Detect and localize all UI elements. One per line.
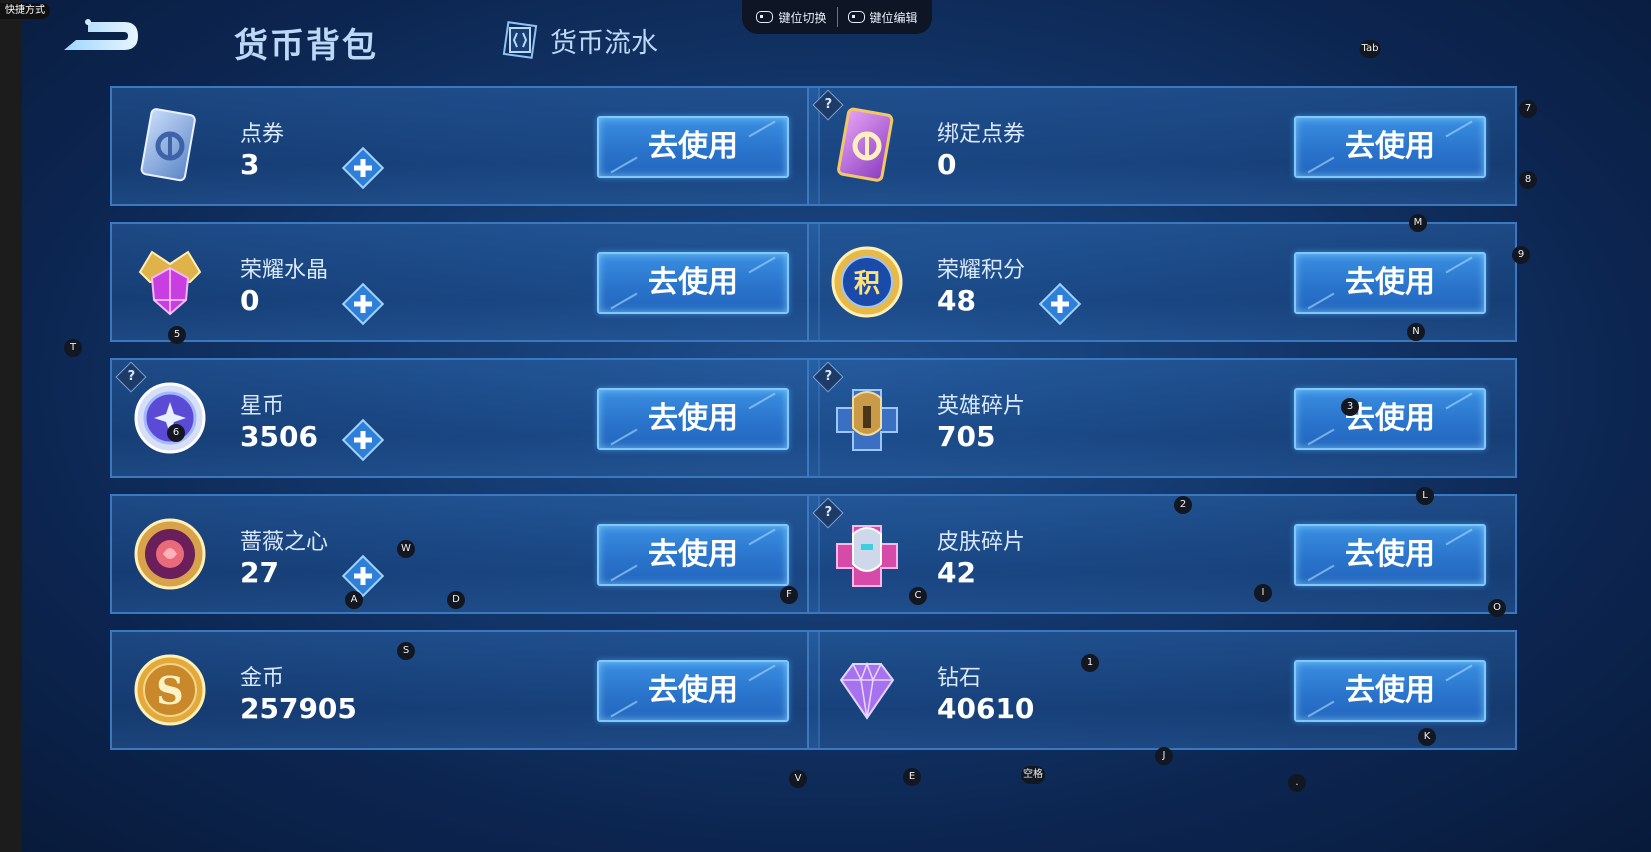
currency-amount: 48 xyxy=(937,284,976,317)
key-hint-badge: V xyxy=(789,770,807,788)
use-button[interactable]: 去使用 xyxy=(597,660,789,722)
tab-currency-flow-label: 货币流水 xyxy=(550,27,658,59)
use-button[interactable]: 去使用 xyxy=(1294,116,1486,178)
currency-card: 钻石 40610 去使用 xyxy=(807,630,1517,750)
add-currency-button[interactable] xyxy=(340,281,386,327)
key-hint-badge: S xyxy=(397,642,415,660)
key-hint-badge: A xyxy=(345,591,363,609)
keymap-edit-label: 键位编辑 xyxy=(869,10,918,25)
currency-name: 皮肤碎片 xyxy=(937,530,1026,555)
currency-card: ? 星币 3506 去使用 xyxy=(110,358,820,478)
ledger-icon xyxy=(502,21,538,59)
add-currency-button[interactable] xyxy=(340,417,386,463)
key-hint-badge: . xyxy=(1288,774,1306,792)
add-currency-button[interactable] xyxy=(340,145,386,191)
currency-amount: 40610 xyxy=(937,692,1035,725)
key-hint-badge: 5 xyxy=(168,326,186,344)
key-hint-badge: Tab xyxy=(1359,40,1381,58)
currency-card: 荣耀水晶 0 去使用 xyxy=(110,222,820,342)
keymap-switch-label: 键位切换 xyxy=(778,10,827,25)
currency-amount: 705 xyxy=(937,420,996,453)
currency-amount: 0 xyxy=(240,284,260,317)
glory-crystal-icon xyxy=(130,242,210,322)
currency-card: 点券 3 去使用 xyxy=(110,86,820,206)
svg-text:积: 积 xyxy=(854,269,880,299)
key-hint-badge: 空格 xyxy=(1021,766,1045,784)
key-hint-badge: 7 xyxy=(1519,100,1537,118)
bound-voucher-icon xyxy=(827,106,907,186)
star-coin-icon xyxy=(130,378,210,458)
use-button[interactable]: 去使用 xyxy=(1294,388,1486,450)
rose-heart-icon xyxy=(130,514,210,594)
currency-amount: 3506 xyxy=(240,420,318,453)
use-button[interactable]: 去使用 xyxy=(597,388,789,450)
key-hint-badge: N xyxy=(1407,323,1425,341)
key-hint-badge: W xyxy=(397,540,415,558)
use-button[interactable]: 去使用 xyxy=(597,252,789,314)
key-hint-badge: 8 xyxy=(1519,171,1537,189)
currency-amount: 3 xyxy=(240,148,260,181)
gamepad-icon xyxy=(847,11,865,23)
keymap-toolbar: 键位切换 键位编辑 xyxy=(742,0,932,34)
skin-shard-icon xyxy=(827,514,907,594)
currency-name: 钻石 xyxy=(937,666,982,691)
page-title: 货币背包 xyxy=(234,26,378,66)
key-hint-badge: K xyxy=(1418,728,1436,746)
key-hint-badge: O xyxy=(1488,599,1506,617)
currency-name: 绑定点券 xyxy=(937,122,1026,147)
svg-text:S: S xyxy=(156,668,183,713)
currency-name: 金币 xyxy=(240,666,285,691)
currency-amount: 27 xyxy=(240,556,279,589)
keymap-edit-button[interactable]: 键位编辑 xyxy=(838,9,928,26)
diamond-icon xyxy=(827,650,907,730)
gamepad-icon xyxy=(756,11,774,23)
currency-amount: 0 xyxy=(937,148,957,181)
use-button[interactable]: 去使用 xyxy=(1294,252,1486,314)
currency-name: 荣耀积分 xyxy=(937,258,1026,283)
key-hint-badge: J xyxy=(1155,747,1173,765)
add-currency-button[interactable] xyxy=(340,553,386,599)
currency-amount: 257905 xyxy=(240,692,357,725)
key-hint-badge: T xyxy=(64,339,82,357)
use-button[interactable]: 去使用 xyxy=(597,116,789,178)
shortcut-tag[interactable]: 快捷方式 xyxy=(0,3,50,19)
key-hint-badge: D xyxy=(447,591,465,609)
voucher-icon xyxy=(130,106,210,186)
add-currency-button[interactable] xyxy=(1037,281,1083,327)
key-hint-badge: 1 xyxy=(1081,654,1099,672)
use-button[interactable]: 去使用 xyxy=(597,524,789,586)
currency-name: 蔷薇之心 xyxy=(240,530,329,555)
tab-currency-flow[interactable]: 货币流水 xyxy=(500,20,658,60)
keymap-switch-button[interactable]: 键位切换 xyxy=(746,9,836,26)
currency-name: 星币 xyxy=(240,394,285,419)
key-hint-badge: I xyxy=(1254,584,1272,602)
currency-card: S 金币 257905 去使用 xyxy=(110,630,820,750)
left-edge-strip xyxy=(0,0,22,852)
gold-coin-icon: S xyxy=(130,650,210,730)
glory-points-icon: 积 xyxy=(827,242,907,322)
currency-name: 英雄碎片 xyxy=(937,394,1026,419)
key-hint-badge: 9 xyxy=(1512,246,1530,264)
currency-card: ? 绑定点券 0 去使用 xyxy=(807,86,1517,206)
use-button[interactable]: 去使用 xyxy=(1294,524,1486,586)
key-hint-badge: C xyxy=(909,587,927,605)
key-hint-badge: L xyxy=(1416,487,1434,505)
key-hint-badge: M xyxy=(1409,214,1427,232)
back-arrow-icon[interactable] xyxy=(58,16,144,62)
key-hint-badge: 6 xyxy=(167,424,185,442)
key-hint-badge: 2 xyxy=(1174,496,1192,514)
key-hint-badge: E xyxy=(903,768,921,786)
hero-shard-icon xyxy=(827,378,907,458)
key-hint-badge: 3 xyxy=(1341,398,1359,416)
currency-card: 蔷薇之心 27 去使用 xyxy=(110,494,820,614)
key-hint-badge: F xyxy=(780,586,798,604)
currency-card: ? 英雄碎片 705 去使用 xyxy=(807,358,1517,478)
currency-name: 荣耀水晶 xyxy=(240,258,329,283)
use-button[interactable]: 去使用 xyxy=(1294,660,1486,722)
currency-amount: 42 xyxy=(937,556,976,589)
currency-name: 点券 xyxy=(240,122,285,147)
